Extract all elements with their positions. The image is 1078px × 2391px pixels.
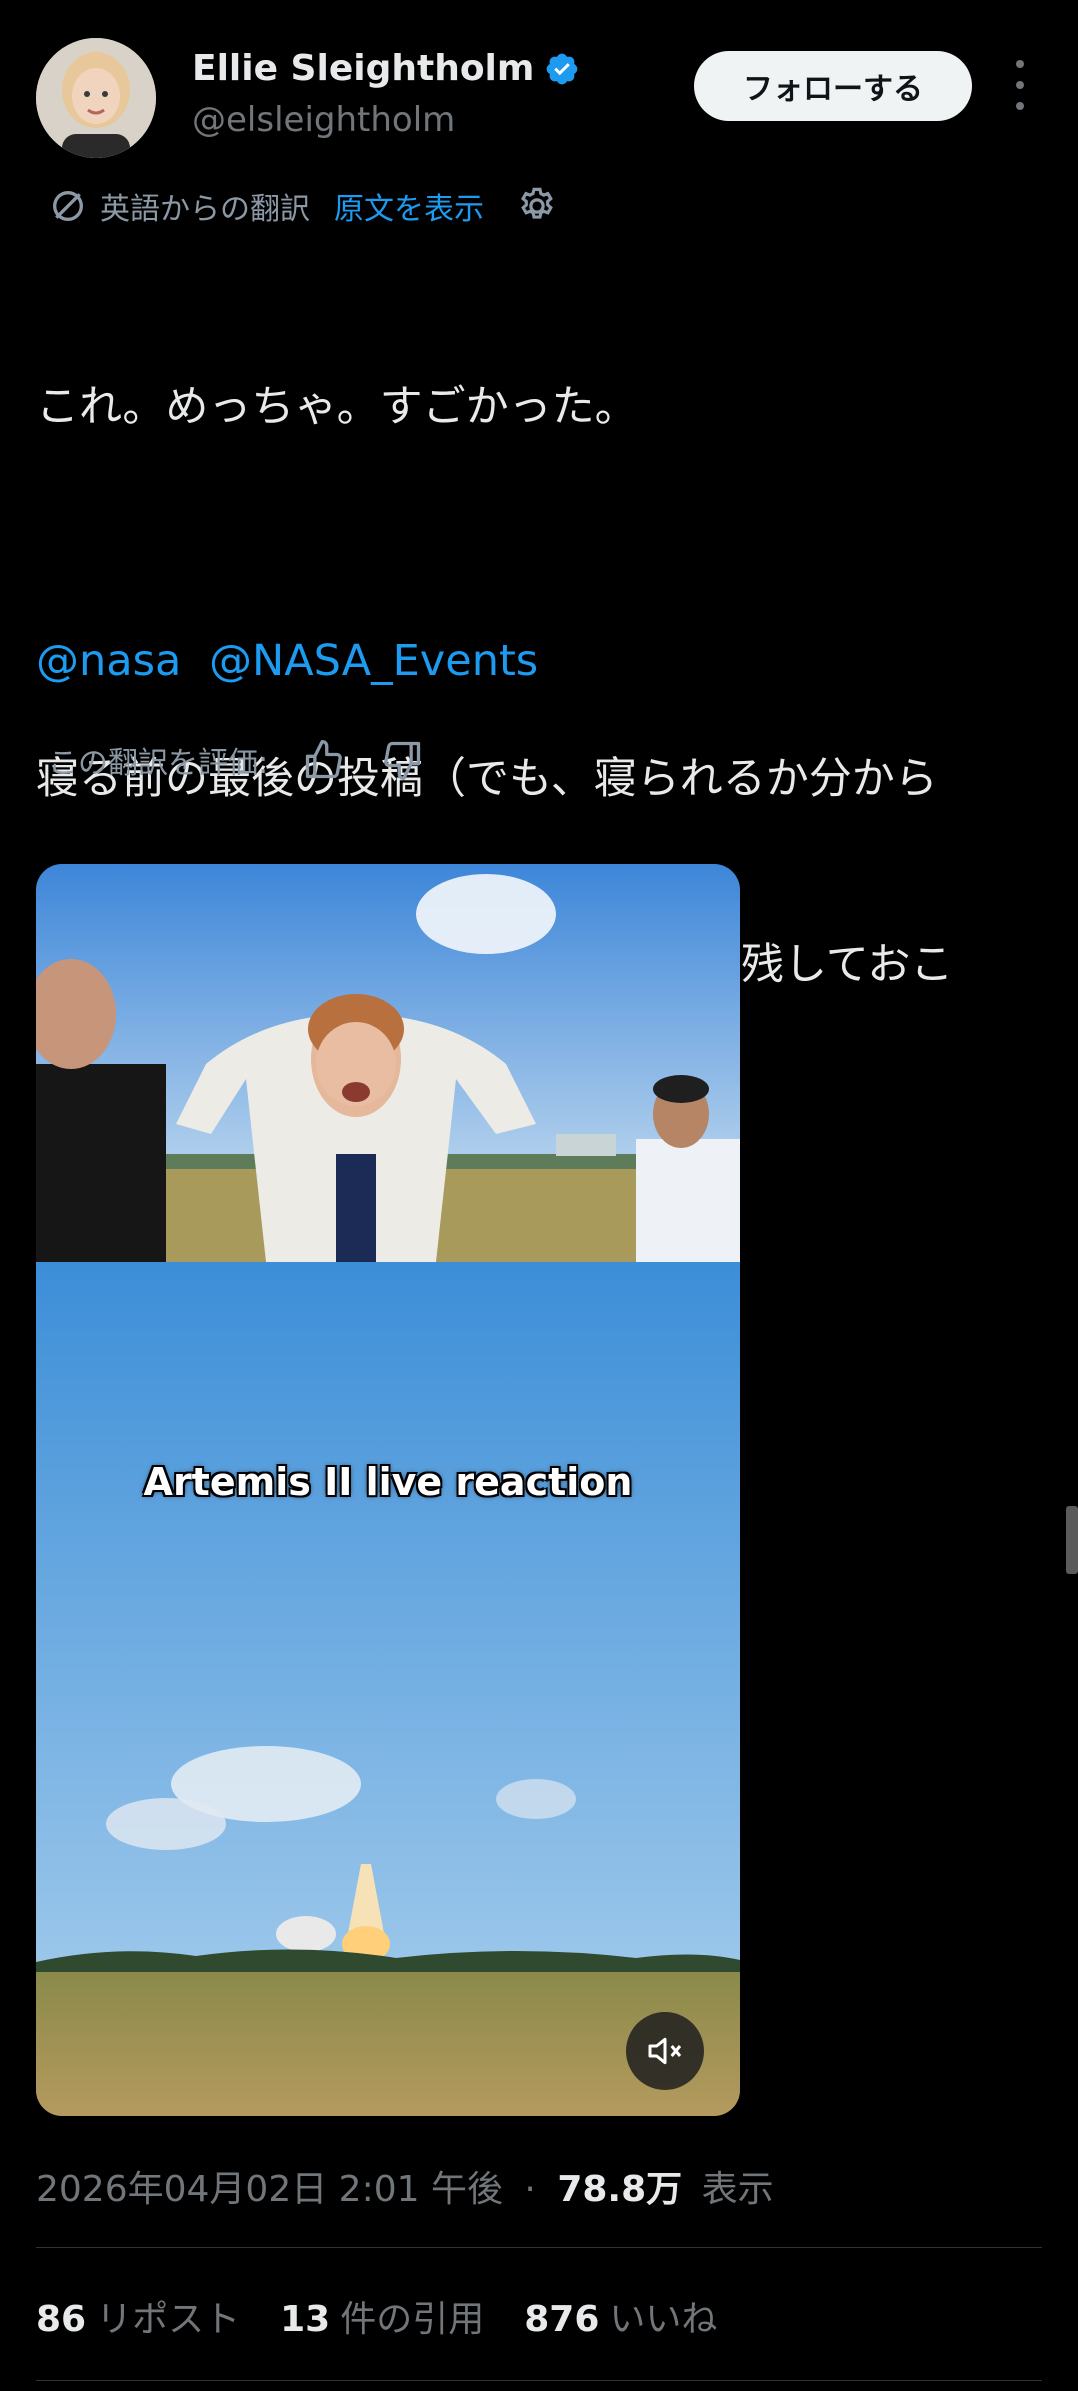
translation-bar: 英語からの翻訳 原文を表示 — [48, 184, 558, 228]
mention-nasa-events[interactable]: @NASA_Events — [209, 636, 538, 686]
quotes-label: 件の引用 — [340, 2299, 485, 2340]
rate-label: この翻訳を評価: — [48, 746, 269, 781]
translation-label: 英語からの翻訳 — [100, 192, 310, 227]
translate-icon — [53, 191, 83, 221]
views-count: 78.8万 — [557, 2169, 683, 2210]
quotes-stat[interactable]: 13 件の引用 — [280, 2290, 484, 2342]
tweet-meta: 2026年04月02日 2:01 午後 · 78.8万 表示 — [36, 2160, 774, 2212]
tweet-line: これ。めっちゃ。すごかった。 — [36, 382, 638, 432]
volume-muted-icon[interactable] — [626, 2012, 704, 2090]
follow-button[interactable]: フォローする — [694, 51, 972, 121]
thumbs-up-icon[interactable] — [302, 738, 346, 782]
likes-count: 876 — [524, 2299, 600, 2340]
meta-separator: · — [524, 2169, 536, 2210]
gear-icon[interactable] — [516, 185, 558, 227]
engagement-stats: 86 リポスト 13 件の引用 876 いいね — [36, 2290, 717, 2342]
verified-badge-icon — [547, 53, 578, 84]
author-handle[interactable]: @elsleightholm — [192, 100, 455, 140]
mention-nasa[interactable]: @nasa — [36, 636, 181, 686]
reposts-count: 86 — [36, 2299, 87, 2340]
divider — [36, 2247, 1042, 2248]
tweet-datetime[interactable]: 2026年04月02日 2:01 午後 — [36, 2169, 503, 2210]
author-name-row: Ellie Sleightholm — [192, 48, 580, 89]
divider — [36, 2380, 1042, 2381]
likes-stat[interactable]: 876 いいね — [524, 2290, 717, 2342]
reposts-label: リポスト — [96, 2299, 241, 2340]
show-original-link[interactable]: 原文を表示 — [334, 184, 484, 228]
mentions: @nasa @NASA_Events — [36, 636, 552, 686]
more-vertical-icon[interactable] — [1006, 60, 1034, 110]
rate-translation: この翻訳を評価: — [48, 738, 424, 782]
thumbs-down-icon[interactable] — [380, 738, 424, 782]
views-label: 表示 — [701, 2169, 774, 2210]
avatar[interactable] — [36, 38, 156, 158]
video-caption: Artemis II live reaction — [143, 1460, 633, 1504]
author-name[interactable]: Ellie Sleightholm — [192, 48, 534, 89]
quotes-count: 13 — [280, 2299, 331, 2340]
reposts-stat[interactable]: 86 リポスト — [36, 2290, 240, 2342]
scrollbar[interactable] — [1066, 1506, 1078, 1574]
likes-label: いいね — [609, 2299, 718, 2340]
